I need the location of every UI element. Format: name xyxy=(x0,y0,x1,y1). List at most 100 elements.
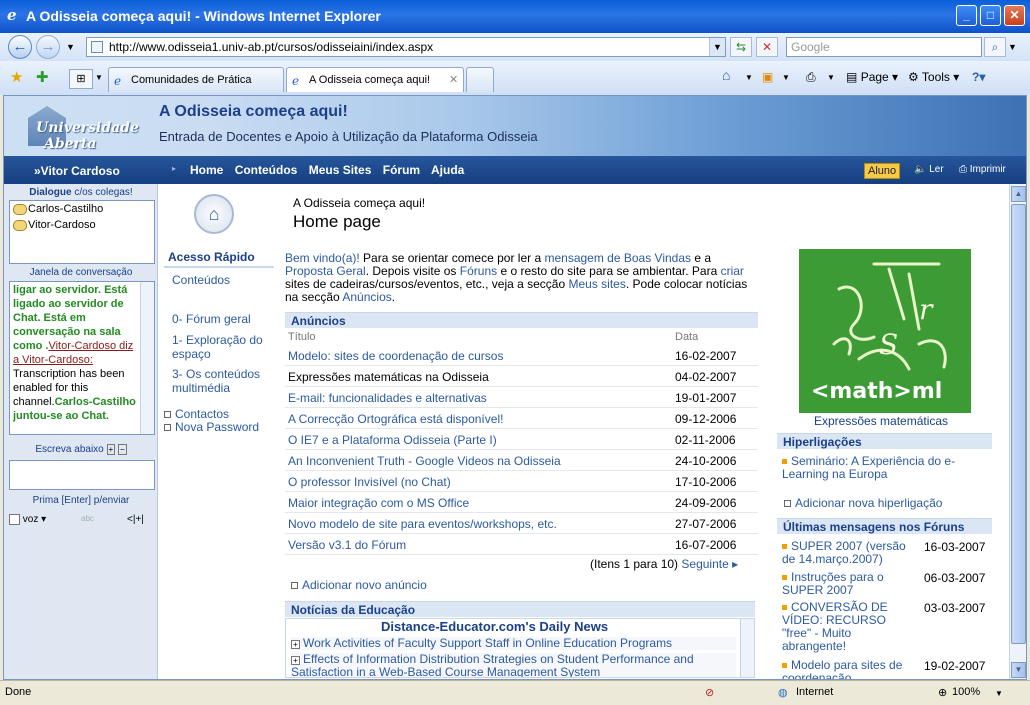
nav-conteudos[interactable]: Conteúdos xyxy=(235,163,298,177)
search-icon[interactable]: ⌕ xyxy=(984,37,1006,57)
history-dropdown-icon[interactable]: ▼ xyxy=(66,42,75,52)
maximize-button[interactable]: □ xyxy=(980,5,1001,26)
minimize-button[interactable]: _ xyxy=(956,5,977,26)
privacy-icon[interactable]: ⊘ xyxy=(705,686,714,699)
forward-button[interactable]: → xyxy=(36,35,60,59)
forum-item[interactable]: Modelo para sites de coordenação xyxy=(782,659,914,679)
expand-icon[interactable]: + xyxy=(106,444,116,455)
feeds-icon[interactable]: ▣ xyxy=(762,70,773,84)
print-page-button[interactable]: ⎙ Imprimir xyxy=(959,164,1006,175)
announcement-title[interactable]: Maior integração com o MS Office xyxy=(288,496,469,510)
announcement-row[interactable]: O professor Invisível (no Chat) 17-10-200… xyxy=(285,471,758,492)
announcement-title[interactable]: O professor Invisível (no Chat) xyxy=(288,475,451,489)
abc-button[interactable]: abc xyxy=(81,514,94,523)
announcement-title[interactable]: Modelo: sites de coordenação de cursos xyxy=(288,349,503,363)
chat-user[interactable]: Carlos-Castilho xyxy=(12,203,152,219)
forum-item[interactable]: Instruções para o SUPER 2007 xyxy=(782,571,914,597)
new-tab-button[interactable] xyxy=(466,67,494,92)
page-scrollbar[interactable]: ▲ ▼ xyxy=(1009,184,1026,679)
close-button[interactable]: ✕ xyxy=(1004,5,1025,26)
scroll-up-icon[interactable]: ▲ xyxy=(1011,186,1026,202)
quick-link-conteudos[interactable]: Conteúdos xyxy=(164,273,230,287)
announcement-row[interactable]: A Correcção Ortográfica está disponível!… xyxy=(285,408,758,429)
tools-menu[interactable]: ⚙ Tools ▾ xyxy=(908,70,959,84)
my-sites-link[interactable]: Meus sites xyxy=(568,277,625,291)
conversation-scrollbar[interactable] xyxy=(140,282,154,434)
address-dropdown-icon[interactable]: ▼ xyxy=(709,38,725,56)
welcome-message-link[interactable]: mensagem de Boas Vindas xyxy=(544,251,691,265)
announcement-title[interactable]: A Correcção Ortográfica está disponível! xyxy=(288,412,503,426)
announcement-row[interactable]: An Inconvenient Truth - Google Videos na… xyxy=(285,450,758,471)
announcement-row[interactable]: Novo modelo de site para eventos/worksho… xyxy=(285,513,758,534)
role-badge[interactable]: Aluno xyxy=(864,163,901,179)
announcement-title[interactable]: E-mail: funcionalidades e alternativas xyxy=(288,391,487,405)
close-tab-icon[interactable]: ✕ xyxy=(449,73,458,86)
expand-icon[interactable]: + xyxy=(291,656,300,665)
print-dropdown-icon[interactable]: ▼ xyxy=(827,73,835,82)
announcement-row[interactable]: Expressões matemáticas na Odisseia 04-02-… xyxy=(285,366,758,387)
expand-icon[interactable]: + xyxy=(291,640,300,649)
address-bar[interactable]: http://www.odisseia1.univ-ab.pt/cursos/o… xyxy=(86,37,726,57)
announcement-title[interactable]: Novo modelo de site para eventos/worksho… xyxy=(288,517,557,531)
announcement-title[interactable]: Expressões matemáticas na Odisseia xyxy=(288,370,489,384)
voice-checkbox[interactable] xyxy=(9,514,20,525)
announcement-row[interactable]: O IE7 e a Plataforma Odisseia (Parte I) 0… xyxy=(285,429,758,450)
page-menu[interactable]: ▤ Page ▾ xyxy=(846,70,898,84)
news-item[interactable]: + Work Activities of Faculty Support Staf… xyxy=(291,637,736,650)
nav-ajuda[interactable]: Ajuda xyxy=(431,163,464,177)
feeds-dropdown-icon[interactable]: ▼ xyxy=(782,73,790,82)
forum-item[interactable]: CONVERSÃO DE VÍDEO: RECURSO "free" - Mui… xyxy=(782,601,914,653)
zoom-dropdown-icon[interactable]: ▼ xyxy=(995,689,1003,698)
nav-home[interactable]: Home xyxy=(190,163,223,177)
create-link[interactable]: criar xyxy=(721,264,744,278)
home-icon[interactable]: ⌂ xyxy=(722,67,730,83)
tab-list-dropdown-icon[interactable]: ▼ xyxy=(95,73,103,82)
nav-meus-sites[interactable]: Meus Sites xyxy=(309,163,372,177)
announcement-row[interactable]: E-mail: funcionalidades e alternativas 19… xyxy=(285,387,758,408)
chat-user[interactable]: Vitor-Cardoso xyxy=(12,219,152,235)
search-input[interactable]: Google xyxy=(786,37,982,57)
quick-link-exploracao[interactable]: 1- Exploração do espaço xyxy=(164,333,268,361)
collapse-icon[interactable]: − xyxy=(117,444,127,455)
quick-tabs-icon[interactable]: ⊞ xyxy=(69,69,93,89)
contacts-link[interactable]: Contactos xyxy=(164,407,229,421)
new-password-link[interactable]: Nova Password xyxy=(164,420,259,434)
link-item[interactable]: Seminário: A Experiência do e-Learning n… xyxy=(782,455,982,481)
back-button[interactable]: ← xyxy=(8,35,32,59)
search-dropdown-icon[interactable]: ▼ xyxy=(1008,42,1017,52)
news-item[interactable]: + Effects of Information Distribution Str… xyxy=(291,653,736,677)
announcement-row[interactable]: Modelo: sites de coordenação de cursos 16… xyxy=(285,345,758,366)
next-page-link[interactable]: Seguinte ▸ xyxy=(681,557,738,571)
scroll-thumb[interactable] xyxy=(1011,204,1026,644)
tab-comunidades[interactable]: e Comunidades de Prática xyxy=(108,67,284,92)
print-icon[interactable]: ⎙ xyxy=(806,70,816,85)
nav-forum[interactable]: Fórum xyxy=(383,163,420,177)
announcements-link[interactable]: Anúncios xyxy=(342,290,391,304)
announcement-title[interactable]: Versão v3.1 do Fórum xyxy=(288,538,406,552)
refresh-button[interactable]: ⇆ xyxy=(730,37,752,57)
forums-link[interactable]: Fóruns xyxy=(460,264,497,278)
announcement-row[interactable]: Maior integração com o MS Office 24-09-20… xyxy=(285,492,758,513)
quick-link-forum-geral[interactable]: 0- Fórum geral xyxy=(164,312,251,326)
scroll-down-icon[interactable]: ▼ xyxy=(1011,662,1026,678)
add-favorite-icon[interactable]: ✚ xyxy=(36,68,49,86)
announcement-row[interactable]: Versão v3.1 do Fórum 16-07-2006 xyxy=(285,534,758,555)
stop-button[interactable]: ✕ xyxy=(756,37,778,57)
chat-message-input[interactable] xyxy=(9,460,155,490)
zoom-level[interactable]: 100% xyxy=(952,686,980,698)
zoom-icon[interactable]: ⊕ xyxy=(938,686,947,699)
user-name[interactable]: »Vitor Cardoso xyxy=(34,164,120,178)
add-link[interactable]: Adicionar nova hiperligação xyxy=(784,497,942,510)
news-scrollbar[interactable] xyxy=(740,619,754,677)
help-icon[interactable]: ?▾ xyxy=(972,70,985,84)
add-announcement-link[interactable]: Adicionar novo anúncio xyxy=(291,578,427,592)
proposal-link[interactable]: Proposta Geral xyxy=(285,264,366,278)
home-page-icon[interactable]: ⌂ xyxy=(194,194,234,234)
favorites-star-icon[interactable]: ★ xyxy=(10,68,23,86)
voice-dropdown-icon[interactable]: ▾ xyxy=(41,514,46,525)
announcement-title[interactable]: O IE7 e a Plataforma Odisseia (Parte I) xyxy=(288,433,497,447)
welcome-link[interactable]: Bem vindo(a)! xyxy=(285,251,360,265)
forum-item[interactable]: SUPER 2007 (versão de 14.março.2007) xyxy=(782,540,914,566)
image-caption[interactable]: Expressões matemáticas xyxy=(814,414,948,428)
home-dropdown-icon[interactable]: ▼ xyxy=(745,73,753,82)
